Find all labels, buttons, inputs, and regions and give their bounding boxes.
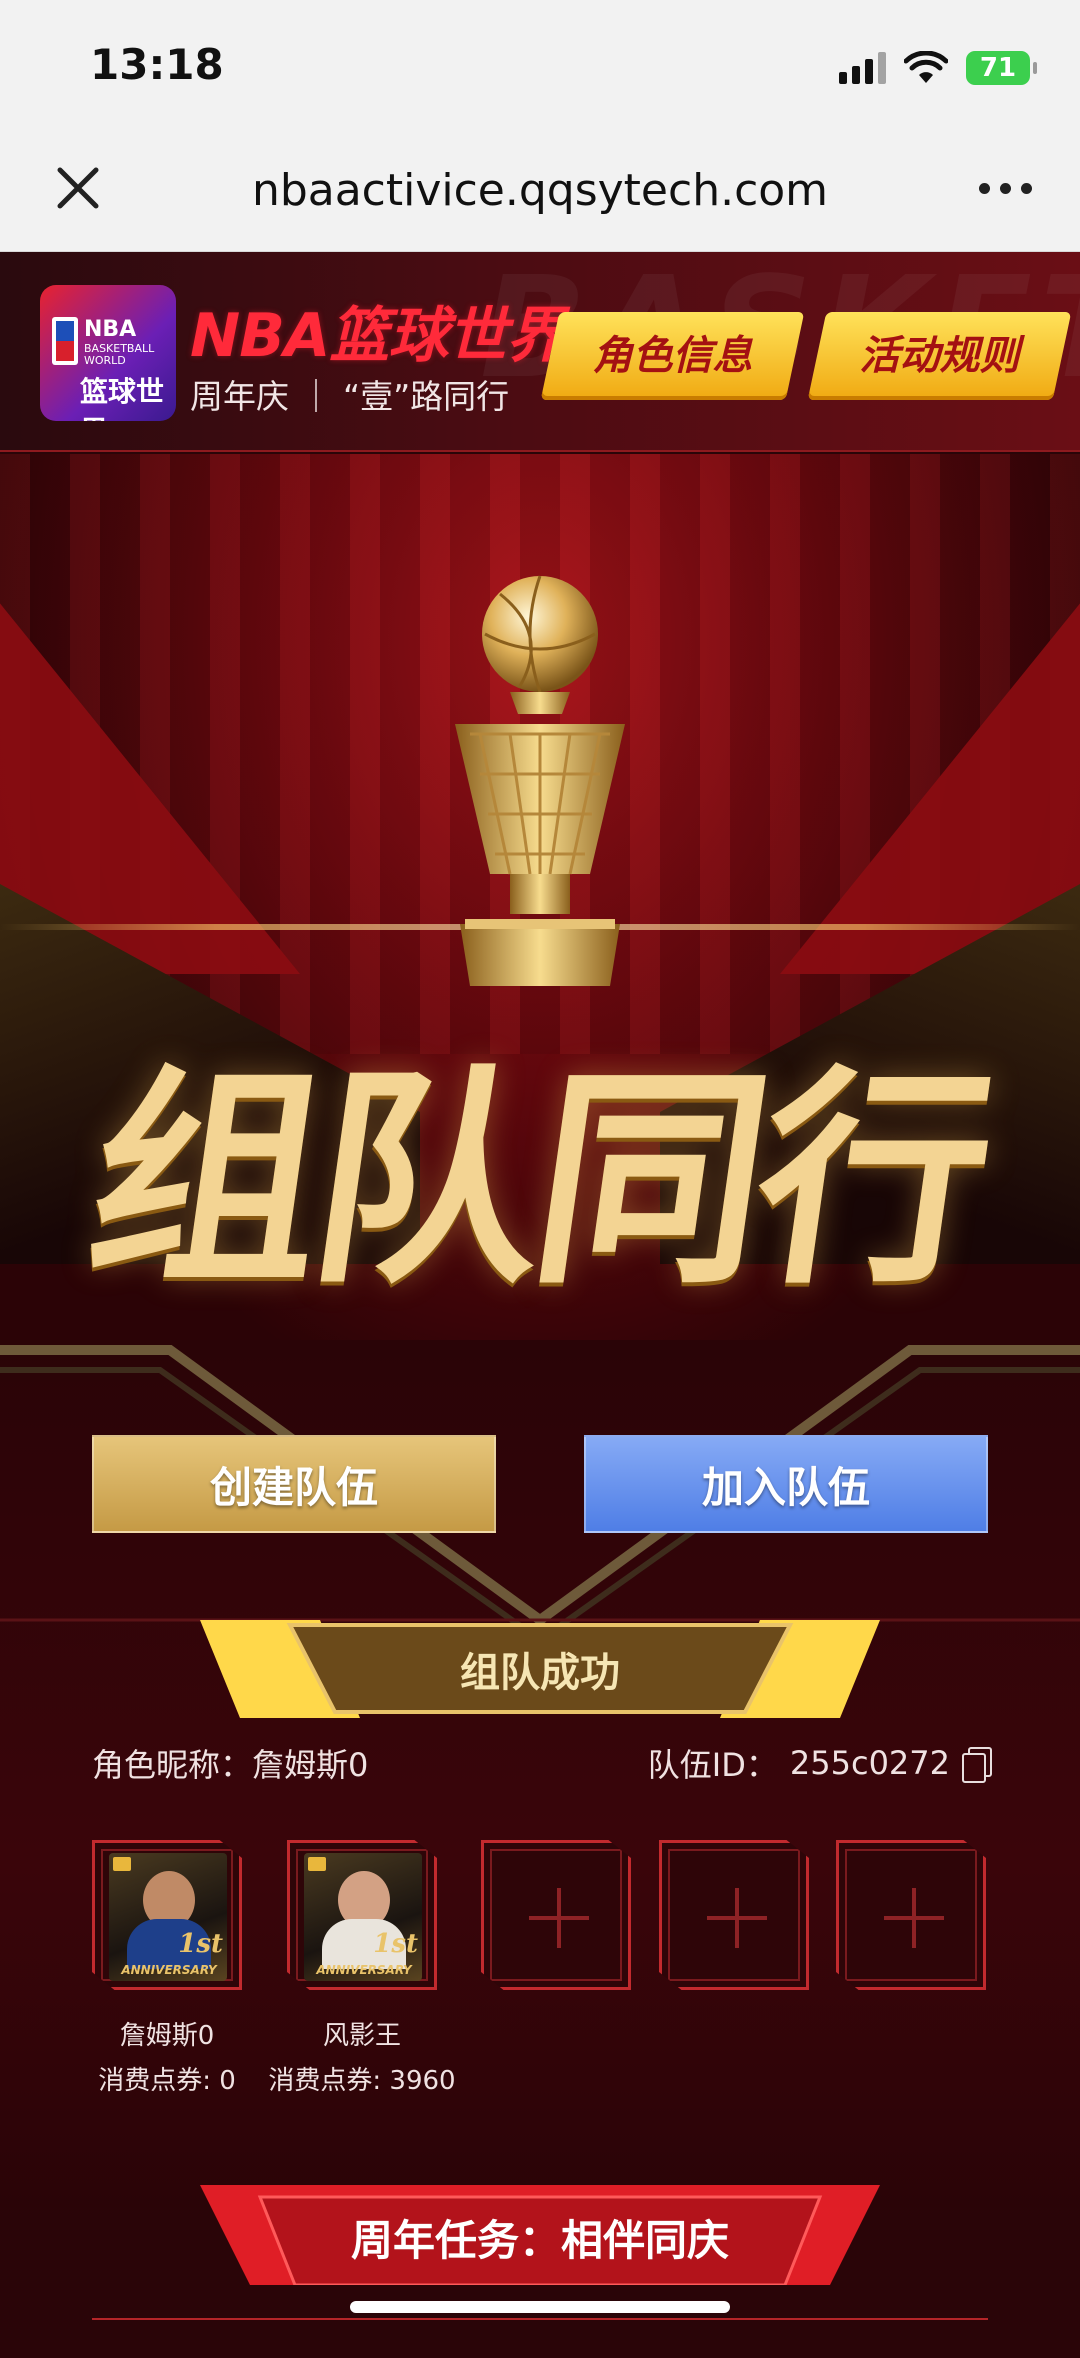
- activity-rules-label: 活动规则: [859, 333, 1020, 379]
- team-id-label: 队伍ID：: [647, 1746, 778, 1784]
- plus-icon: [884, 1888, 944, 1948]
- app-logo: NBA BASKETBALL WORLD 篮球世界: [40, 285, 176, 421]
- team-info-row: 角色昵称：詹姆斯0 队伍ID： 255c0272: [92, 1740, 992, 1800]
- hero-banner: 组队同行: [0, 454, 1080, 1384]
- card-tag-icon: [113, 1857, 131, 1871]
- member-name-2: 风影王: [322, 2021, 401, 2051]
- status-bar: 13:18 71: [0, 0, 1080, 135]
- team-id-value: 255c0272: [789, 1744, 950, 1782]
- role-info-button[interactable]: 角色信息: [540, 312, 805, 400]
- member-slot-1[interactable]: 1st ANNIVERSARY: [92, 1840, 242, 1990]
- member-slot-4[interactable]: [659, 1840, 809, 1990]
- team-status-banner: 组队成功: [460, 1650, 620, 1696]
- member-slot-2[interactable]: 1st ANNIVERSARY: [287, 1840, 437, 1990]
- task-panel-edge: [92, 2318, 988, 2358]
- trophy-icon: [455, 575, 625, 986]
- nickname-label: 角色昵称：: [92, 1746, 253, 1784]
- status-icons: 71: [839, 48, 1037, 88]
- anniversary-task-title: 周年任务：相伴同庆: [350, 2216, 729, 2265]
- card-anniversary: ANNIVERSARY: [316, 1963, 412, 1977]
- create-team-button[interactable]: 创建队伍: [92, 1435, 496, 1533]
- card-badge: 1st: [178, 1929, 223, 1959]
- card-anniversary: ANNIVERSARY: [121, 1963, 217, 1977]
- role-info-label: 角色信息: [592, 333, 753, 379]
- nickname-value: 詹姆斯0: [252, 1746, 369, 1784]
- player-card-avatar: 1st ANNIVERSARY: [304, 1853, 422, 1981]
- brand-title: NBA篮球世界: [190, 301, 566, 371]
- brand-subtitle: 周年庆 ｜ “壹”路同行: [190, 377, 510, 416]
- nickname: 角色昵称：詹姆斯0: [92, 1740, 368, 1786]
- card-tag-icon: [308, 1857, 326, 1871]
- member-cost-2: 消费点券: 3960: [268, 2066, 456, 2096]
- card-badge: 1st: [373, 1929, 418, 1959]
- page-url: nbaactivice.qqsytech.com: [251, 165, 829, 216]
- member-slot-5[interactable]: [836, 1840, 986, 1990]
- team-section: 创建队伍 加入队伍 组队成功 角色昵称：詹姆斯0 队伍ID： 255c0272 …: [0, 1340, 1080, 2285]
- team-id: 队伍ID： 255c0272: [647, 1740, 992, 1786]
- logo-nba-text: NBA: [84, 317, 137, 342]
- game-header: BASKETBA NBA BASKETBALL WORLD 篮球世界 NBA篮球…: [0, 252, 1080, 452]
- battery-icon: 71: [966, 51, 1037, 85]
- status-time: 13:18: [90, 40, 224, 89]
- nba-logo-icon: [52, 317, 78, 365]
- player-card-avatar: 1st ANNIVERSARY: [109, 1853, 227, 1981]
- member-slot-3[interactable]: [481, 1840, 631, 1990]
- hero-title: 组队同行: [74, 1045, 1001, 1315]
- battery-level: 71: [979, 53, 1017, 83]
- logo-subtitle-text: BASKETBALL WORLD: [84, 342, 155, 367]
- wifi-icon: [904, 51, 948, 83]
- browser-bar: nbaactivice.qqsytech.com: [0, 135, 1080, 252]
- home-indicator[interactable]: [350, 2301, 730, 2313]
- plus-icon: [707, 1888, 767, 1948]
- join-team-button[interactable]: 加入队伍: [584, 1435, 988, 1533]
- signal-icon: [839, 52, 886, 84]
- copy-icon[interactable]: [962, 1747, 992, 1783]
- logo-chinese-text: 篮球世界: [80, 375, 165, 421]
- activity-rules-button[interactable]: 活动规则: [807, 312, 1072, 400]
- more-icon[interactable]: [979, 183, 1032, 194]
- plus-icon: [529, 1888, 589, 1948]
